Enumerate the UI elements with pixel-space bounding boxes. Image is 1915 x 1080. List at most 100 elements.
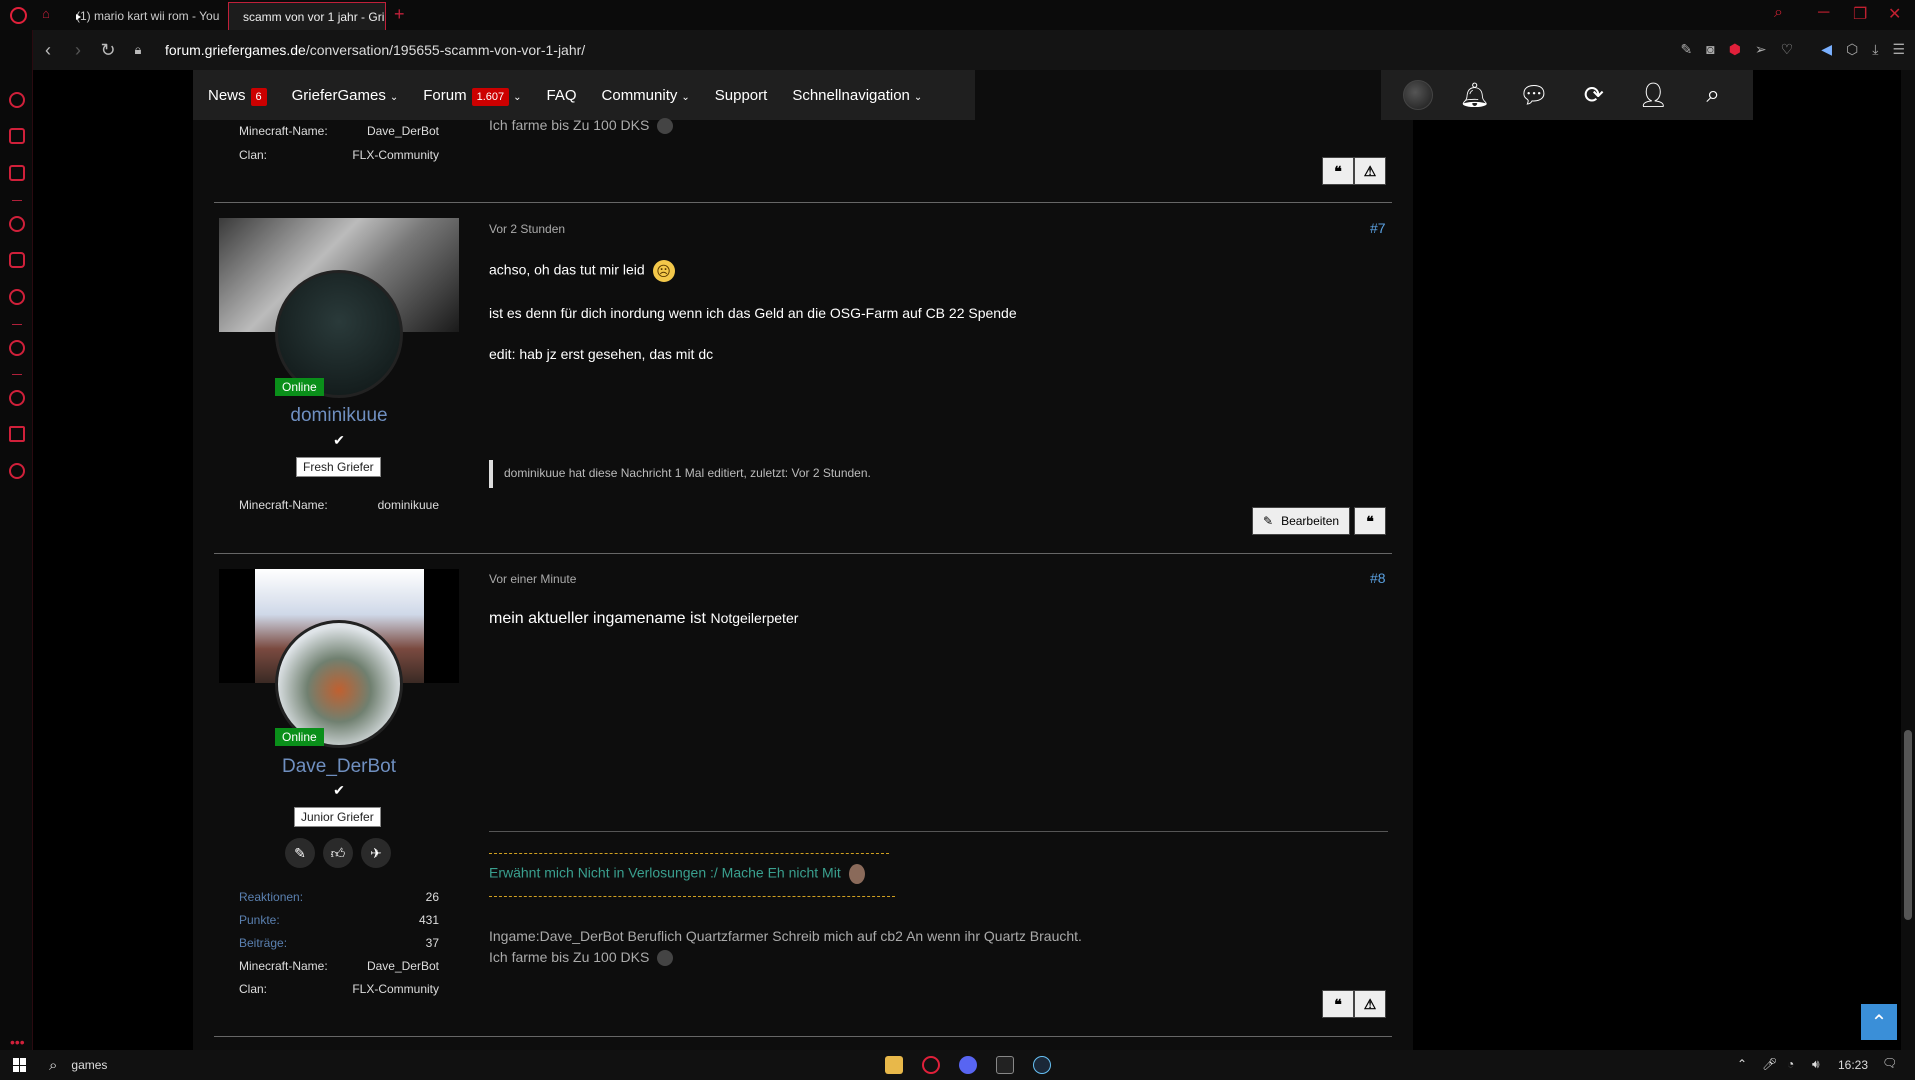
speaker-icon[interactable]: 🔊︎ bbox=[1812, 1057, 1820, 1072]
report-button[interactable]: ⚠ bbox=[1354, 990, 1386, 1018]
network-icon[interactable]: ◔ bbox=[1787, 1057, 1794, 1071]
new-tab-button[interactable]: + bbox=[394, 4, 405, 25]
plane-award-icon[interactable]: ✈ bbox=[361, 838, 391, 868]
opera-logo-icon[interactable] bbox=[10, 7, 27, 24]
bell-icon[interactable]: 🔔︎ bbox=[1456, 81, 1492, 110]
post-text-name: Notgeilerpeter bbox=[710, 610, 799, 626]
stat-label[interactable]: Beiträge: bbox=[239, 936, 287, 950]
chat-icon[interactable]: 💬︎ bbox=[1516, 81, 1552, 110]
post-text: mein aktueller ingamename ist Notgeilerp… bbox=[489, 610, 798, 628]
twitch-icon[interactable] bbox=[9, 165, 25, 181]
windows-start-icon[interactable] bbox=[13, 1058, 27, 1072]
quote-button[interactable]: ❝ bbox=[1322, 157, 1354, 185]
user-icon[interactable]: 👤︎ bbox=[1635, 81, 1671, 110]
scrollbar-thumb[interactable] bbox=[1904, 730, 1912, 920]
reload-icon[interactable]: ↻ bbox=[93, 40, 123, 61]
nav-label: Support bbox=[714, 86, 768, 104]
back-icon[interactable]: ‹ bbox=[33, 40, 63, 61]
download-icon[interactable]: ⤓ bbox=[1872, 41, 1878, 58]
tab-forum[interactable]: scamm von vor 1 jahr - Gri ✕ bbox=[228, 2, 386, 30]
adblock-icon[interactable]: ⬢ bbox=[1729, 41, 1741, 58]
nav-support[interactable]: Support bbox=[715, 87, 768, 104]
chevron-up-icon[interactable]: ⌃ bbox=[1737, 1057, 1747, 1071]
instagram-icon[interactable] bbox=[9, 252, 25, 268]
post-text-main: mein aktueller ingamename ist bbox=[489, 610, 706, 627]
microphone-icon[interactable]: 🎤︎ bbox=[1762, 1057, 1777, 1071]
more-icon[interactable]: ••• bbox=[10, 1034, 25, 1050]
online-badge: Online bbox=[275, 728, 324, 746]
opera-taskbar-icon[interactable] bbox=[922, 1056, 940, 1074]
nav-news[interactable]: News 6 bbox=[208, 87, 267, 106]
nav-griefergames[interactable]: GrieferGames ⌄ bbox=[292, 87, 399, 104]
nav-schnellnavigation[interactable]: Schnellnavigation ⌄ bbox=[792, 87, 922, 104]
username-link[interactable]: dominikuue bbox=[219, 405, 459, 427]
signature-link[interactable]: Erwähnt mich Nicht in Verlosungen :/ Mac… bbox=[489, 865, 841, 881]
file-explorer-icon[interactable] bbox=[885, 1056, 903, 1074]
minimize-icon[interactable]: ─ bbox=[1818, 4, 1829, 22]
search-icon[interactable]: ⌕ bbox=[1695, 81, 1731, 109]
post-number-link[interactable]: #8 bbox=[1370, 570, 1386, 586]
username-link[interactable]: Dave_DerBot bbox=[219, 756, 459, 778]
stat-label[interactable]: Reaktionen: bbox=[239, 890, 303, 904]
tab-youtube[interactable]: (1) mario kart wii rom - You ✕ bbox=[62, 2, 226, 30]
sig-line: Ich farme bis Zu 100 DKS bbox=[489, 117, 650, 133]
heart-icon[interactable]: ♡ bbox=[1781, 41, 1794, 58]
settings-gear-icon[interactable] bbox=[9, 463, 25, 479]
nav-community[interactable]: Community ⌄ bbox=[602, 87, 690, 104]
close-tab-icon[interactable]: ✕ bbox=[225, 8, 226, 25]
stat-value: 26 bbox=[425, 890, 439, 904]
signature-link-line[interactable]: Erwähnt mich Nicht in Verlosungen :/ Mac… bbox=[489, 864, 865, 884]
volume-icon[interactable]: ◀ bbox=[1821, 41, 1832, 58]
epic-games-icon[interactable] bbox=[996, 1056, 1014, 1074]
meta-value: FLX-Community bbox=[352, 148, 439, 162]
player-icon[interactable] bbox=[9, 340, 25, 356]
history-icon[interactable] bbox=[9, 390, 25, 406]
edit-icon[interactable]: ✎ bbox=[1680, 41, 1692, 58]
taskbar-search-input[interactable]: games bbox=[71, 1058, 107, 1072]
nav-forum[interactable]: Forum 1.607 ⌄ bbox=[423, 87, 522, 106]
bag-icon[interactable] bbox=[9, 128, 25, 144]
edit-button[interactable]: ✎ Bearbeiten bbox=[1252, 507, 1351, 535]
sad-emoji-icon: ☹ bbox=[652, 260, 675, 282]
discord-icon[interactable] bbox=[959, 1056, 977, 1074]
scroll-to-top-button[interactable]: ⌃ bbox=[1861, 1004, 1897, 1040]
clock[interactable]: 16:23 bbox=[1838, 1058, 1868, 1072]
tab-search-icon[interactable]: ⌕ bbox=[1774, 4, 1783, 22]
stat-label[interactable]: Punkte: bbox=[239, 913, 280, 927]
extensions-icon[interactable] bbox=[9, 426, 25, 442]
report-button[interactable]: ⚠ bbox=[1354, 157, 1386, 185]
tab-title: scamm von vor 1 jahr - Gri bbox=[243, 9, 385, 24]
forward-icon[interactable]: › bbox=[63, 40, 93, 61]
send-icon[interactable]: ➢ bbox=[1755, 41, 1767, 58]
restore-icon[interactable]: ❐ bbox=[1853, 4, 1867, 24]
cube-icon[interactable]: ⬡ bbox=[1846, 41, 1858, 58]
user-nav: 🔔︎ 💬︎ ⟳ 👤︎ ⌕ bbox=[1381, 70, 1753, 120]
close-window-icon[interactable]: ✕ bbox=[1888, 4, 1901, 24]
whatsapp-icon[interactable] bbox=[9, 216, 25, 232]
pencil-award-icon[interactable]: ✎ bbox=[285, 838, 315, 868]
chevron-down-icon: ⌄ bbox=[513, 91, 522, 103]
sidebar-divider bbox=[12, 324, 22, 325]
search-icon[interactable]: ⌕ bbox=[49, 1057, 57, 1074]
gamepad-icon[interactable]: ⌂ bbox=[42, 6, 50, 21]
twitter-icon[interactable] bbox=[9, 289, 25, 305]
prev-meta-row: Clan: FLX-Community bbox=[239, 148, 439, 162]
notifications-icon[interactable]: 🗨︎ bbox=[1882, 1056, 1897, 1070]
stat-row: Beiträge: 37 bbox=[239, 936, 439, 950]
face-emoji-icon bbox=[848, 864, 865, 884]
camera-icon[interactable]: ◙ bbox=[1706, 41, 1714, 58]
menu-icon[interactable]: ☰ bbox=[1892, 41, 1905, 58]
chevron-down-icon: ⌄ bbox=[681, 91, 690, 103]
user-avatar[interactable] bbox=[1402, 80, 1433, 110]
nav-faq[interactable]: FAQ bbox=[547, 87, 577, 104]
post-time[interactable]: Vor einer Minute bbox=[489, 572, 576, 586]
url-field[interactable]: forum.griefergames.de/conversation/19565… bbox=[165, 42, 585, 58]
quote-button[interactable]: ❝ bbox=[1354, 507, 1386, 535]
speed-dial-icon[interactable] bbox=[9, 92, 25, 108]
quote-button[interactable]: ❝ bbox=[1322, 990, 1354, 1018]
steam-icon[interactable] bbox=[1033, 1056, 1051, 1074]
sync-icon[interactable]: ⟳ bbox=[1576, 81, 1612, 110]
thumbs-up-award-icon[interactable]: 👍︎ bbox=[323, 838, 353, 868]
post-time[interactable]: Vor 2 Stunden bbox=[489, 222, 565, 236]
post-number-link[interactable]: #7 bbox=[1370, 220, 1386, 236]
